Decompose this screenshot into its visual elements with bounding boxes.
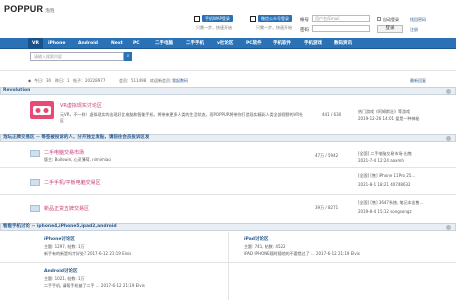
section-header-revolution[interactable]: Revolution [0, 87, 456, 95]
stats-icon: ◆ [28, 78, 32, 83]
nav-item-used-pc[interactable]: 二手电脑 [155, 38, 173, 49]
section-title: 智能手机讨论 -- iphone4,iPhone5,ipad2,android [3, 224, 117, 229]
yesterday-label: 昨日: [55, 78, 65, 83]
wechat-note: 只需一步，快速开始 [256, 25, 292, 30]
phone-login-button[interactable]: 手机WAP登录 [202, 15, 233, 22]
last-post-time: 2021-7-4 12:24 aaxmh [358, 158, 404, 163]
posts-label: 帖子: [73, 78, 83, 83]
section-header-trade[interactable]: 泡坛正牌交易区 -- 等签被投诉的人，分开独立发贴，请前往会员投诉区发 [0, 134, 456, 142]
login-button[interactable]: 登录 [377, 25, 403, 33]
nav-item-pc-software[interactable]: PC软件 [246, 38, 262, 49]
forum-counts-vr: 441 / 630 [322, 112, 342, 117]
forum-last-iphone[interactable]: 新手有的新是吗才好处? 2017-6-12 21:19 Elvis [44, 251, 131, 257]
auto-login-label: 自动登录 [383, 17, 399, 22]
forum-icon [30, 205, 40, 212]
account-input[interactable]: 用户名/Email [312, 15, 370, 22]
account-label: 帐号 [300, 18, 309, 23]
latest-replies-link[interactable]: 最新回复 [410, 78, 426, 84]
divider [0, 70, 456, 71]
nav-item-digital-news[interactable]: 数码资讯 [334, 38, 352, 49]
last-post-title[interactable]: [全国] 二手电脑交易市场-出售 [358, 151, 412, 157]
members-label: 会员: [119, 78, 129, 83]
forum-link-used-pc[interactable]: 二手电脑交易市场 [44, 149, 84, 156]
forum-last-android[interactable]: 二手手机, 请帮手机被了二手 ... 2017-6-12 21:19 Elvis [44, 283, 145, 289]
last-post-time: 2019-8-4 15:12 songsongz [358, 209, 412, 214]
last-post-title[interactable]: [全国] [售] 3647系统, 笔记本出售... [358, 200, 423, 206]
nav-item-phone-software[interactable]: 手机软件 [273, 38, 291, 49]
nav-item-phone-games[interactable]: 手机游戏 [304, 38, 322, 49]
nav-item-next[interactable]: Next [111, 38, 123, 49]
site-logo[interactable]: POPPUR 泡泡 [4, 4, 55, 14]
divider [0, 262, 456, 263]
collapse-icon[interactable] [446, 89, 451, 94]
members-count: 511498 [131, 78, 147, 83]
forum-link-new-goods[interactable]: 新品正货五牌交易区 [44, 205, 89, 212]
wechat-login-button[interactable]: 微信公众号登录 [258, 15, 292, 22]
last-post-title[interactable]: [全国] [售] iPhone 11Pro 25... [358, 173, 415, 179]
welcome-label: 欢迎新会员: [150, 78, 172, 83]
forum-link-ipad[interactable]: iPad讨论区 [244, 236, 268, 242]
forum-link-vr[interactable]: VR虚拟现实讨论区 [60, 102, 102, 109]
phone-note: 只需一步，快速开始 [196, 25, 232, 30]
auto-login-checkbox[interactable] [377, 17, 381, 21]
forum-stats: ◆ 今日: 30 昨日: 1 帖子: 20228977 会员: 511498 欢… [0, 75, 456, 83]
last-post-time: 2021-8-1 18:21 40748632 [358, 182, 411, 187]
forum-link-used-phone[interactable]: 二手手机/平板电脑交易区 [44, 179, 101, 186]
nav-item-v-forum[interactable]: v社论区 [217, 38, 233, 49]
forgot-password-link[interactable]: 找回密码 [410, 17, 426, 23]
forum-link-iphone[interactable]: iPhone讨论区 [44, 236, 75, 242]
forum-stats-iphone: 主题: 1297, 帖数: 1万 [44, 244, 85, 249]
wechat-icon [250, 16, 256, 22]
yesterday-count: 1 [67, 78, 70, 83]
search-input[interactable]: 请输入搜索内容 [30, 52, 124, 61]
today-label: 今日: [34, 78, 44, 83]
password-label: 密码 [300, 28, 309, 33]
nav-item-pc[interactable]: PC [133, 38, 140, 49]
forum-last-ipad[interactable]: iPAD IPHONE随时随地的不要错过了 ... 2017-6-12 21:1… [244, 251, 360, 257]
vr-headset-icon [33, 106, 51, 115]
section-title: 泡坛正牌交易区 -- 等签被投诉的人，分开独立发贴，请前往会员投诉区发 [3, 135, 150, 140]
forum-stats-ipad: 主题: 741, 帖数: 4522 [244, 244, 286, 249]
forum-icon [30, 150, 40, 157]
section-header-smartphone[interactable]: 智能手机讨论 -- iphone4,iPhone5,ipad2,android [0, 223, 456, 231]
forum-counts-new-goods: 39万 / 8271 [315, 205, 339, 210]
register-link[interactable]: 注册 [410, 27, 418, 33]
collapse-icon[interactable] [446, 136, 451, 141]
posts-count: 20228977 [85, 78, 106, 83]
forum-desc-vr: 元VR，不一样！虚拟现实的出现好比电脑和智能手机，将带来更多人类的生活状态。而P… [60, 112, 304, 123]
last-post-title-vr[interactable]: 热门游戏《阿姆斯壮》等游戏 [358, 109, 410, 115]
password-input[interactable] [312, 25, 370, 32]
search-button[interactable]: ⌕ [124, 52, 132, 61]
column-divider [228, 232, 229, 300]
nav-item-vr[interactable]: VR [28, 38, 43, 49]
forum-moderators: 版主: Bullswin, 心灵薄荷, nimimiao [44, 157, 111, 162]
divider [0, 194, 456, 195]
search-icon: ⌕ [126, 53, 130, 59]
today-count: 30 [46, 78, 52, 83]
logo-subtitle: 泡泡 [45, 8, 55, 13]
nav-item-iphone[interactable]: iPhone [48, 38, 65, 49]
qr-icon [194, 16, 200, 22]
nav-item-android[interactable]: Android [78, 38, 98, 49]
forum-stats-android: 主题: 1021, 帖数: 1万 [44, 276, 85, 281]
last-post-time-vr: 2019-12-26 14:01 爱是一种神秘 [358, 116, 420, 121]
forum-icon [30, 179, 40, 186]
forum-link-android[interactable]: Android讨论区 [44, 268, 77, 274]
nav-item-used-phone[interactable]: 二手手机 [186, 38, 204, 49]
forum-counts-used-pc: 47万 / 5942 [315, 153, 339, 158]
collapse-icon[interactable] [446, 225, 451, 230]
section-title: Revolution [3, 88, 31, 93]
divider [0, 167, 456, 168]
main-nav: VR iPhone Android Next PC 二手电脑 二手手机 v社论区… [0, 38, 456, 49]
vr-forum-icon [30, 101, 54, 119]
logo-text: POPPUR [4, 4, 44, 14]
new-member-link[interactable]: 我起数码 [172, 78, 188, 84]
